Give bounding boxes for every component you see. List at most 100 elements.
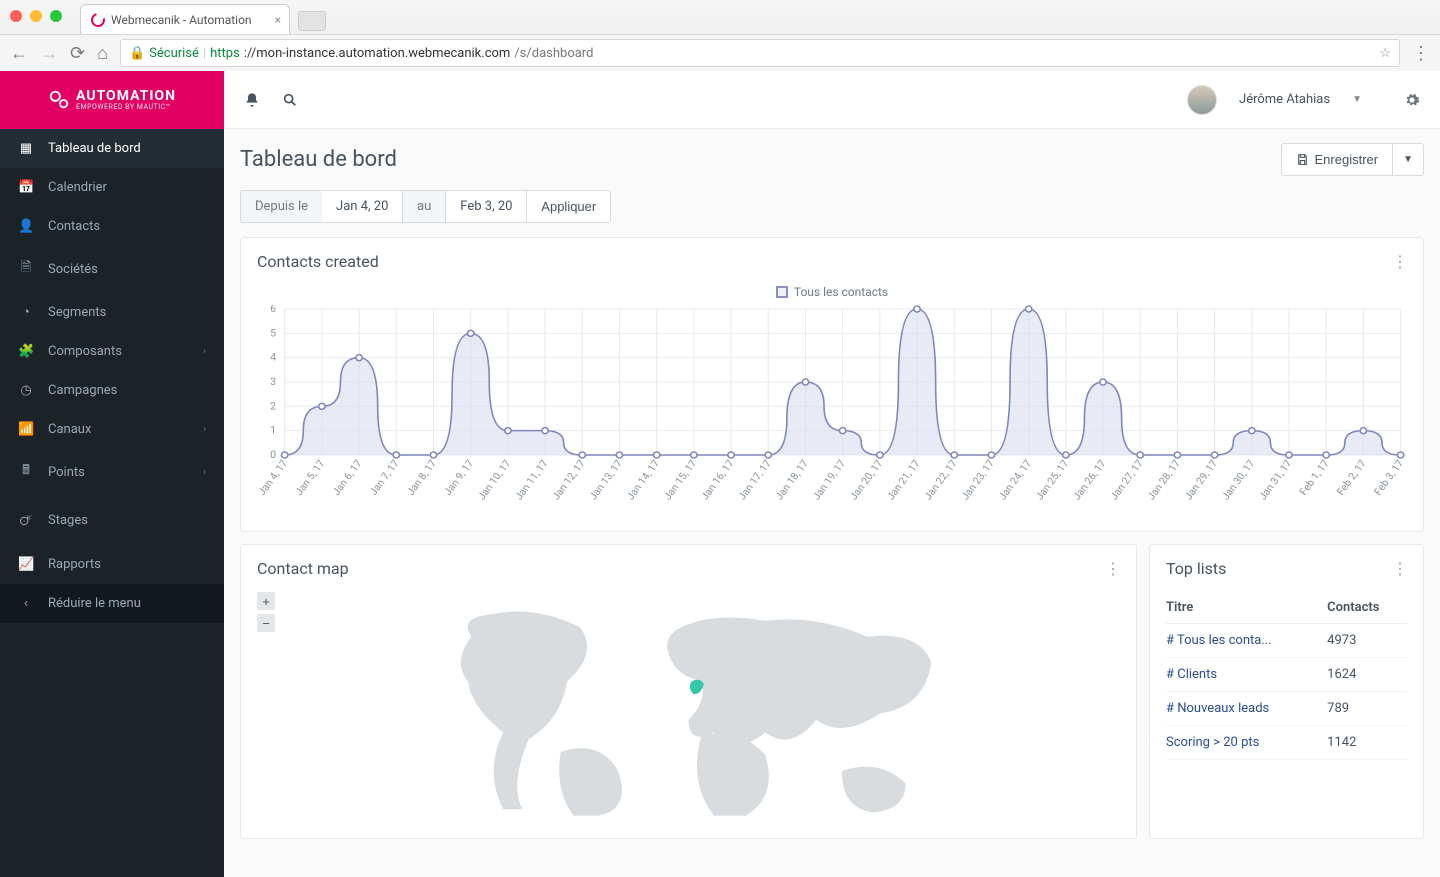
gauge-icon: 🜚 [18,507,34,533]
table-row: # Clients 1624 [1166,658,1407,692]
clock-icon: ◷ [18,383,34,398]
sidebar-item-8[interactable]: 🖩 Points › [0,449,224,495]
search-icon[interactable] [282,92,298,108]
panel-contact-map: Contact map ⋮ + − [240,544,1137,839]
browser-menu-icon[interactable]: ⋮ [1412,43,1430,64]
list-count: 1624 [1327,658,1407,692]
puzzle-icon: 🧩 [18,344,34,359]
to-date-input[interactable] [446,191,526,222]
browser-tab[interactable]: Webmecanik - Automation × [80,4,290,34]
zoom-out-button[interactable]: − [257,614,275,632]
col-contacts: Contacts [1327,592,1407,624]
panel-title: Contact map [257,559,349,578]
svg-text:Jan 24, 17: Jan 24, 17 [995,457,1034,502]
window-traffic-lights[interactable] [10,10,62,22]
chart-legend[interactable]: Tous les contacts [257,285,1407,299]
sidebar-item-2[interactable]: 👤 Contacts [0,207,224,246]
forward-icon: → [40,43,58,64]
rss-icon: 📶 [18,422,34,437]
user-name[interactable]: Jérôme Atahias [1239,92,1330,107]
sidebar-item-label: Tableau de bord [48,141,141,156]
browser-chrome: Webmecanik - Automation × ← → ⟳ ⌂ 🔒 Sécu… [0,0,1440,71]
svg-text:Feb 3, 17: Feb 3, 17 [1371,457,1407,497]
calendar-icon: 📅 [18,180,34,195]
save-icon [1296,153,1309,166]
svg-text:Jan 7, 17: Jan 7, 17 [366,457,402,497]
svg-text:Jan 12, 17: Jan 12, 17 [549,457,588,502]
list-title[interactable]: Scoring > 20 pts [1166,726,1327,760]
bookmark-icon[interactable]: ☆ [1379,46,1391,61]
sidebar-item-label: Rapports [48,557,101,572]
secure-label: Sécurisé [149,46,199,61]
panel-title: Top lists [1166,559,1226,578]
sidebar-item-1[interactable]: 📅 Calendrier [0,168,224,207]
svg-text:Jan 28, 17: Jan 28, 17 [1144,457,1183,502]
list-title[interactable]: # Tous les conta... [1166,624,1327,658]
svg-text:Jan 27, 17: Jan 27, 17 [1107,457,1146,502]
pie-icon: ◔ [18,304,34,320]
reload-icon[interactable]: ⟳ [70,43,85,64]
avatar[interactable] [1187,85,1217,115]
panel-menu-icon[interactable]: ⋮ [1392,252,1407,271]
back-icon[interactable]: ← [10,43,28,64]
daterange-picker: Depuis le au Appliquer [240,190,611,223]
save-dropdown-button[interactable]: ▼ [1393,143,1424,176]
settings-gear-icon[interactable] [1404,92,1420,108]
panel-menu-icon[interactable]: ⋮ [1105,559,1120,578]
brand-sub: EMPOWERED BY MAUTIC™ [76,103,176,111]
svg-text:0: 0 [270,448,276,461]
tab-title: Webmecanik - Automation [111,13,252,27]
save-button[interactable]: Enregistrer [1281,143,1394,176]
list-title[interactable]: # Nouveaux leads [1166,692,1327,726]
caret-down-icon[interactable]: ▼ [1352,94,1362,105]
bell-icon[interactable] [244,92,260,108]
sidebar-collapse[interactable]: ‹ Réduire le menu [0,584,224,623]
close-icon[interactable]: × [275,13,281,27]
favicon-icon [88,10,107,29]
new-tab-button[interactable] [298,11,326,31]
address-bar[interactable]: 🔒 Sécurisé | https ://mon-instance.autom… [120,39,1400,67]
panel-contacts-created: Contacts created ⋮ Tous les contacts 012… [240,237,1424,532]
url-protocol: https [210,46,240,61]
sidebar-item-5[interactable]: 🧩 Composants › [0,332,224,371]
panel-menu-icon[interactable]: ⋮ [1392,559,1407,578]
calc-icon: 🖩 [18,461,34,483]
from-date-input[interactable] [322,191,402,222]
brand-logo[interactable]: AUTOMATION EMPOWERED BY MAUTIC™ [0,71,224,129]
chevron-left-icon: ‹ [18,596,34,611]
sidebar-item-label: Calendrier [48,180,107,195]
svg-text:2: 2 [270,400,276,413]
svg-text:Jan 31, 17: Jan 31, 17 [1256,457,1295,502]
home-icon[interactable]: ⌂ [97,43,108,64]
legend-swatch-icon [776,286,788,298]
sidebar-item-0[interactable]: ▦ Tableau de bord [0,129,224,168]
svg-text:Jan 20, 17: Jan 20, 17 [847,457,886,502]
sidebar-item-3[interactable]: 🗎 Sociétés [0,246,224,292]
svg-text:Feb 1, 17: Feb 1, 17 [1296,457,1332,497]
sidebar-item-label: Points [48,465,85,480]
list-title[interactable]: # Clients [1166,658,1327,692]
sidebar-item-10[interactable]: 📈 Rapports [0,545,224,584]
sidebar-item-4[interactable]: ◔ Segments [0,292,224,332]
lock-icon: 🔒 [129,46,145,61]
svg-text:Jan 30, 17: Jan 30, 17 [1219,457,1258,502]
svg-text:Jan 16, 17: Jan 16, 17 [698,457,737,502]
contacts-created-chart: Tous les contacts 0123456Jan 4, 17Jan 5,… [257,285,1407,515]
svg-text:Jan 14, 17: Jan 14, 17 [623,457,662,502]
sidebar-item-6[interactable]: ◷ Campagnes [0,371,224,410]
svg-text:Jan 6, 17: Jan 6, 17 [329,457,365,497]
sidebar-item-7[interactable]: 📶 Canaux › [0,410,224,449]
svg-text:6: 6 [270,305,276,315]
sidebar-item-label: Campagnes [48,383,117,398]
apply-button[interactable]: Appliquer [526,191,610,222]
sidebar: AUTOMATION EMPOWERED BY MAUTIC™ ▦ Tablea… [0,71,224,877]
world-map[interactable]: + − [257,592,1120,822]
zoom-in-button[interactable]: + [257,592,275,610]
sidebar-item-9[interactable]: 🜚 Stages [0,495,224,545]
file-icon: 🗎 [18,258,34,280]
svg-text:Jan 17, 17: Jan 17, 17 [735,457,774,502]
svg-text:Jan 18, 17: Jan 18, 17 [772,457,811,502]
svg-text:Jan 25, 17: Jan 25, 17 [1033,457,1072,502]
save-label: Enregistrer [1315,152,1379,167]
col-title: Titre [1166,592,1327,624]
